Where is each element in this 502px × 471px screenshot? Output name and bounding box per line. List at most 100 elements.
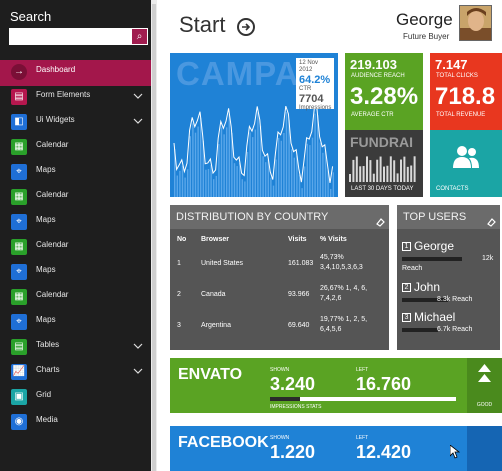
chevron-down-icon[interactable] [133, 366, 143, 376]
sidebar-item-charts[interactable]: 📈 Charts [0, 360, 151, 386]
fundraising-bar [383, 166, 385, 182]
search-icon: ⌕ [136, 31, 143, 42]
fundraising-bar [362, 166, 365, 182]
chevron-down-icon[interactable] [133, 116, 143, 126]
fundraising-bar [366, 156, 368, 182]
eraser-icon[interactable] [375, 212, 385, 227]
start-arrow-icon[interactable] [237, 18, 255, 36]
sparkline-bar [293, 157, 295, 197]
sparkline-bar [187, 169, 189, 197]
eraser-icon[interactable] [486, 212, 496, 227]
cell-pct1: 19,77% 1, 2, 5, [320, 316, 368, 323]
sidebar-item-dashboard[interactable]: → Dashboard [0, 60, 151, 86]
user-name: John [414, 280, 441, 294]
list-item[interactable]: 1 George [402, 239, 454, 253]
list-item[interactable]: 3 Michael [402, 310, 455, 324]
sidebar-item-grid[interactable]: ▣ Grid [0, 385, 151, 411]
list-item[interactable]: 2 John [402, 280, 440, 294]
sidebar-item-calendar[interactable]: ▦ Calendar [0, 285, 151, 311]
impressions-label: Impressions [299, 105, 332, 111]
user-name: George [414, 239, 455, 253]
col-no: No [177, 236, 187, 243]
search-button[interactable]: ⌕ [132, 29, 147, 44]
dashboard-icon: → [11, 64, 27, 80]
sparkline-bar [213, 179, 215, 197]
sidebar-item-calendar[interactable]: ▦ Calendar [0, 135, 151, 161]
media-icon: ◉ [11, 414, 27, 430]
fundraising-bars [349, 156, 416, 182]
sparkline-bar [179, 170, 181, 197]
user-role: Future Buyer [403, 32, 450, 41]
search-title: Search [10, 9, 52, 24]
audience-tile[interactable]: 219.103 AUDIENCE REACH 3.28% AVERAGE CTR [345, 53, 423, 130]
fundraising-bar [393, 160, 396, 182]
chevron-down-icon[interactable] [133, 341, 143, 351]
facebook-shown-value: 1.220 [270, 442, 316, 462]
sparkline-bar [215, 175, 217, 197]
cell-no: 2 [177, 291, 181, 298]
sidebar-item-label: Maps [36, 165, 56, 174]
envato-stats-label: IMPRESSIONS STATS [270, 404, 322, 410]
sparkline-bar [197, 126, 199, 197]
search-box: ⌕ [9, 28, 148, 45]
cell-pct2: 6,4,5,6 [320, 326, 342, 333]
sidebar-scroll-thumb[interactable] [152, 4, 156, 471]
sidebar-item-tables[interactable]: ▤ Tables [0, 335, 151, 361]
sidebar-item-media[interactable]: ◉ Media [0, 410, 151, 436]
user-name: Michael [414, 310, 456, 324]
map-icon: ⌖ [11, 314, 27, 330]
arrow-up-icon [478, 364, 491, 382]
ctr-label: CTR [299, 86, 312, 92]
sidebar-item-ui-widgets[interactable]: ◧ Ui Widgets [0, 110, 151, 136]
map-icon: ⌖ [11, 264, 27, 280]
widgets-icon: ◧ [11, 114, 27, 130]
envato-strip[interactable]: ENVATO SHOWN 3.240 LEFT 16.760 IMPRESSIO… [170, 358, 502, 413]
fundraising-bar [355, 156, 358, 182]
sidebar-item-maps[interactable]: ⌖ Maps [0, 260, 151, 286]
user-rank: 1 [402, 241, 411, 251]
envato-left-label: LEFT [356, 367, 369, 373]
user-name[interactable]: George [396, 10, 453, 30]
sidebar-item-form-elements[interactable]: ▤ Form Elements [0, 85, 151, 111]
cell-browser: United States [201, 260, 244, 267]
sidebar-item-maps[interactable]: ⌖ Maps [0, 310, 151, 336]
fundraising-bar [369, 160, 372, 182]
fundraising-bar [406, 166, 409, 182]
sparkline-bar [272, 185, 275, 197]
fundraising-bar [396, 173, 399, 182]
sparkline-bar [252, 137, 254, 197]
sidebar-item-label: Maps [36, 315, 56, 324]
sidebar-item-calendar[interactable]: ▦ Calendar [0, 185, 151, 211]
envato-name: ENVATO [178, 366, 243, 383]
contacts-label: CONTACTS [436, 186, 469, 192]
fundraising-bar [410, 165, 413, 182]
sidebar-item-label: Maps [36, 215, 56, 224]
avatar[interactable] [459, 5, 492, 41]
fundraising-tile[interactable]: FUNDRAI LAST 30 DAYS TODAY [345, 130, 423, 197]
sidebar-item-label: Ui Widgets [36, 115, 75, 124]
sparkline-bar [184, 177, 186, 197]
calendar-icon: ▦ [11, 189, 27, 205]
clicks-tile[interactable]: 7.147 TOTAL CLICKS 718.8 TOTAL REVENUE [430, 53, 502, 130]
distribution-title: DISTRIBUTION BY COUNTRY [176, 211, 329, 223]
campaign-tile[interactable]: CAMPA 12 Nov 2012 64.2% CTR 7704 Impress… [170, 53, 338, 197]
sidebar-item-label: Tables [36, 340, 60, 349]
sparkline-bar [298, 174, 301, 197]
user-rank: 3 [402, 312, 411, 322]
sparkline-bar [262, 156, 264, 197]
top-users-panel: TOP USERS 1 George 12k Reach 2 John 8.3k Reach… [397, 205, 500, 350]
sparkline-bar [332, 172, 334, 197]
top-users-title: TOP USERS [403, 211, 467, 223]
search-input[interactable] [9, 28, 132, 45]
contacts-tile[interactable]: CONTACTS [430, 130, 502, 197]
facebook-name: FACEBOOK [178, 434, 269, 451]
distribution-header: DISTRIBUTION BY COUNTRY [170, 205, 389, 229]
audience-label: AUDIENCE REACH [351, 73, 405, 79]
sidebar-item-maps[interactable]: ⌖ Maps [0, 160, 151, 186]
envato-progress-fill [270, 397, 300, 401]
sidebar-item-maps[interactable]: ⌖ Maps [0, 210, 151, 236]
sparkline-bar [233, 163, 236, 197]
chevron-down-icon[interactable] [133, 91, 143, 101]
cell-pct1: 45,73% [320, 254, 344, 261]
sidebar-item-calendar[interactable]: ▦ Calendar [0, 235, 151, 261]
